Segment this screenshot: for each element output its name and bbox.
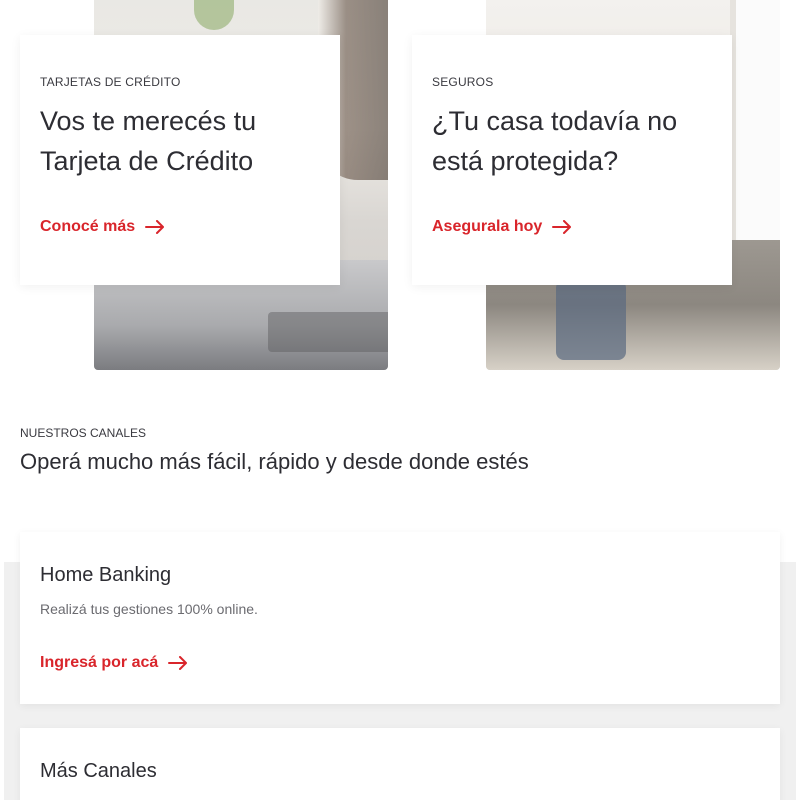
plant-decoration [194,0,234,30]
channel-card-mas-canales: Más Canales [20,728,780,800]
promo-title: ¿Tu casa todavía no está protegida? [432,106,678,176]
arrow-right-icon [145,220,165,234]
cta-label: Conocé más [40,218,136,235]
promo-card-credit-card: TARJETAS DE CRÉDITO Vos te merecés tu Ta… [20,35,340,285]
channel-title: Más Canales [40,760,157,782]
promo-eyebrow: SEGUROS [432,75,494,89]
channel-title: Home Banking [40,564,172,586]
arrow-right-icon [168,656,188,670]
conoce-mas-link[interactable]: Conocé más [40,218,165,236]
cta-label: Asegurala hoy [432,218,543,235]
person-decoration [556,280,626,360]
channel-card-home-banking: Home Banking Realizá tus gestiones 100% … [20,532,780,704]
promo-title: Vos te merecés tu Tarjeta de Crédito [40,106,257,176]
cta-label: Ingresá por acá [40,654,159,671]
page: TARJETAS DE CRÉDITO Vos te merecés tu Ta… [0,0,800,800]
asegurala-hoy-link[interactable]: Asegurala hoy [432,218,572,236]
window-decoration [730,0,780,250]
section-eyebrow: NUESTROS CANALES [20,426,147,440]
promo-card-insurance: SEGUROS ¿Tu casa todavía no está protegi… [412,35,732,285]
channel-description: Realizá tus gestiones 100% online. [40,601,258,617]
section-title: Operá mucho más fácil, rápido y desde do… [20,449,529,474]
promo-eyebrow: TARJETAS DE CRÉDITO [40,75,181,89]
arrow-right-icon [552,220,572,234]
ingresa-por-aca-link[interactable]: Ingresá por acá [40,654,188,672]
